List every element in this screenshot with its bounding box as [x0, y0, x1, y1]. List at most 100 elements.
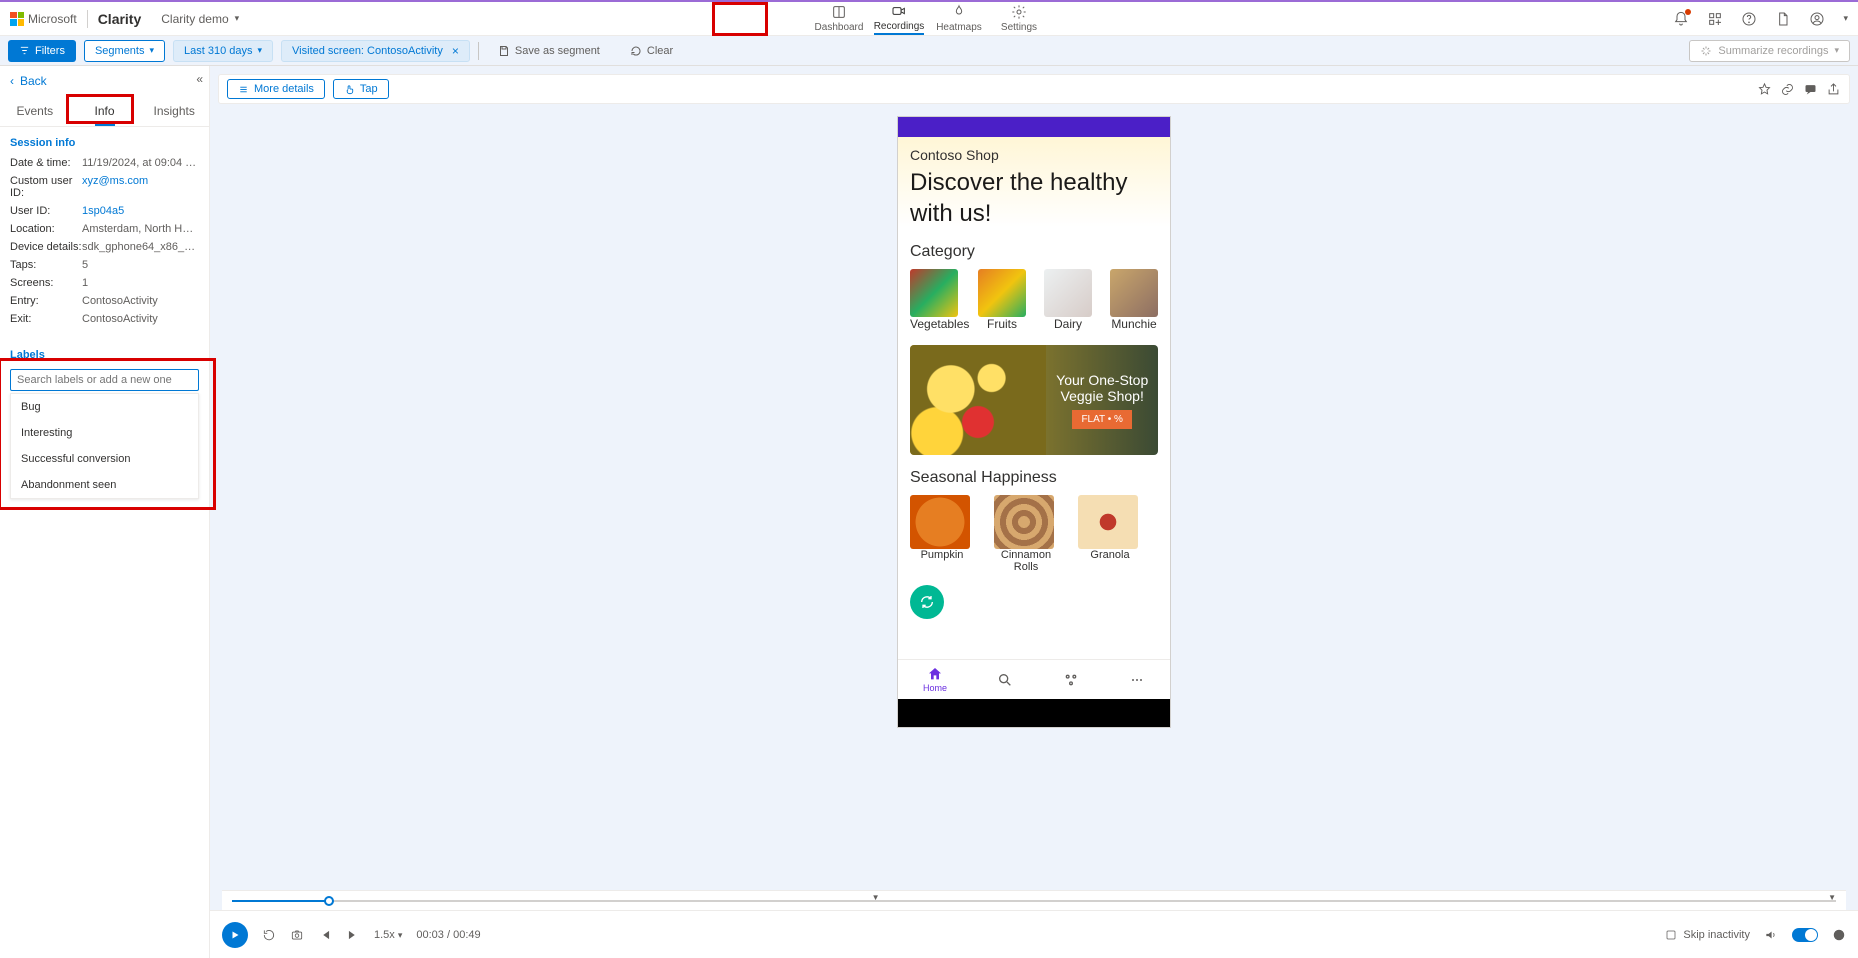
filter-icon: [19, 45, 30, 56]
refresh-fab[interactable]: [910, 585, 944, 619]
recording-canvas: Contoso Shop Discover the healthy with u…: [218, 112, 1850, 882]
link-icon[interactable]: [1780, 82, 1795, 97]
share-icon[interactable]: [1826, 82, 1841, 97]
phone-tab-more[interactable]: [1129, 672, 1145, 688]
info-icon[interactable]: [1832, 928, 1846, 942]
category-item[interactable]: Vegetables: [910, 269, 960, 331]
promo-banner[interactable]: Your One-Stop Veggie Shop! FLAT • %: [910, 345, 1158, 455]
phone-tab-search[interactable]: [997, 672, 1013, 688]
labels-search-input[interactable]: [10, 369, 199, 391]
info-key: Exit:: [10, 313, 82, 325]
chevron-down-icon[interactable]: ▾: [1843, 13, 1848, 24]
info-value-link[interactable]: 1sp04a5: [82, 205, 199, 217]
remove-filter-icon[interactable]: ×: [452, 44, 459, 58]
info-key: Custom user ID:: [10, 175, 82, 199]
playback-speed[interactable]: 1.5x ▾: [374, 929, 402, 941]
app-brand: Contoso Shop: [910, 147, 1158, 163]
label-option[interactable]: Successful conversion: [11, 446, 198, 472]
info-row: Screens:1: [10, 277, 199, 289]
info-row: Entry:ContosoActivity: [10, 295, 199, 307]
tab-label: Settings: [1001, 22, 1037, 33]
document-icon[interactable]: [1775, 11, 1791, 27]
sparkle-icon: [1700, 45, 1712, 57]
info-key: Screens:: [10, 277, 82, 289]
tab-dashboard[interactable]: Dashboard: [809, 2, 869, 35]
divider: [87, 10, 88, 28]
hero-title: Discover the healthy with us!: [910, 167, 1158, 229]
label-option[interactable]: Bug: [11, 394, 198, 420]
autoplay-toggle[interactable]: [1792, 928, 1818, 942]
timeline-scrubber[interactable]: ▼ ▼: [222, 890, 1846, 910]
play-button[interactable]: [222, 922, 248, 948]
seasonal-label: Pumpkin: [910, 549, 974, 561]
help-icon[interactable]: [1741, 11, 1757, 27]
summarize-recordings-button[interactable]: Summarize recordings ▾: [1689, 40, 1850, 62]
sidebar-tab-events[interactable]: Events: [0, 96, 70, 126]
tab-heatmaps[interactable]: Heatmaps: [929, 2, 989, 35]
info-key: Location:: [10, 223, 82, 235]
playback-controls: 1.5x ▾ 00:03 / 00:49 Skip inactivity: [210, 910, 1858, 958]
play-icon: [229, 929, 241, 941]
skip-forward-icon[interactable]: [346, 928, 360, 942]
filter-bar: Filters Segments ▾ Last 310 days ▾ Visit…: [0, 36, 1858, 66]
tab-recordings[interactable]: Recordings: [869, 2, 929, 35]
phone-body: Contoso Shop Discover the healthy with u…: [898, 137, 1170, 699]
seasonal-title: Seasonal Happiness: [910, 469, 1158, 487]
seasonal-row: Pumpkin Cinnamon Rolls Granola: [910, 495, 1158, 573]
category-item[interactable]: Dairy: [1044, 269, 1092, 331]
info-row: Custom user ID:xyz@ms.com: [10, 175, 199, 199]
user-avatar-icon[interactable]: [1809, 11, 1825, 27]
heatmaps-icon: [951, 4, 967, 20]
filters-button[interactable]: Filters: [8, 40, 76, 62]
seasonal-item[interactable]: Cinnamon Rolls: [994, 495, 1058, 573]
back-button[interactable]: ‹ Back: [0, 66, 209, 96]
save-as-segment-label: Save as segment: [515, 45, 600, 57]
seasonal-item[interactable]: Granola: [1078, 495, 1142, 573]
sidebar-tab-insights[interactable]: Insights: [139, 96, 209, 126]
summarize-label: Summarize recordings: [1718, 45, 1828, 57]
time-display: 00:03 / 00:49: [416, 929, 480, 941]
session-info-title: Session info: [10, 137, 199, 149]
skip-back-icon[interactable]: [318, 928, 332, 942]
scrub-knob[interactable]: [324, 896, 334, 906]
star-icon[interactable]: [1757, 82, 1772, 97]
dashboard-icon: [831, 4, 847, 20]
replay-icon[interactable]: [262, 928, 276, 942]
sync-icon: [919, 594, 935, 610]
promo-cta[interactable]: FLAT • %: [1072, 410, 1132, 429]
seasonal-image: [1078, 495, 1138, 549]
tab-label: Events: [16, 104, 53, 118]
apps-icon[interactable]: [1707, 11, 1723, 27]
info-key: Date & time:: [10, 157, 82, 169]
chevron-left-icon: ‹: [10, 74, 14, 88]
clear-button[interactable]: Clear: [619, 40, 684, 62]
category-item[interactable]: Fruits: [978, 269, 1026, 331]
tab-settings[interactable]: Settings: [989, 2, 1049, 35]
workspace-selector[interactable]: Clarity demo ▾: [161, 12, 239, 26]
sidebar-tab-info[interactable]: Info: [70, 96, 140, 126]
seasonal-item[interactable]: Pumpkin: [910, 495, 974, 573]
phone-tab-home[interactable]: Home: [923, 666, 947, 693]
screenshot-icon[interactable]: [290, 928, 304, 942]
segments-button[interactable]: Segments ▾: [84, 40, 165, 62]
skip-inactivity-toggle[interactable]: Skip inactivity: [1665, 929, 1750, 941]
label-option[interactable]: Abandonment seen: [11, 472, 198, 498]
notification-icon[interactable]: [1673, 11, 1689, 27]
label-option[interactable]: Interesting: [11, 420, 198, 446]
volume-icon[interactable]: [1764, 928, 1778, 942]
applied-filter-chip[interactable]: Visited screen: ContosoActivity ×: [281, 40, 470, 62]
product-name: Clarity: [98, 11, 142, 27]
more-details-button[interactable]: More details: [227, 79, 325, 99]
info-value-link[interactable]: xyz@ms.com: [82, 175, 199, 199]
seasonal-image: [910, 495, 970, 549]
phone-tab-categories[interactable]: [1063, 672, 1079, 688]
chevron-down-icon: ▾: [398, 930, 403, 940]
save-as-segment-button[interactable]: Save as segment: [487, 40, 611, 62]
date-range-chip[interactable]: Last 310 days ▾: [173, 40, 273, 62]
collapse-sidebar-icon[interactable]: «: [196, 72, 203, 86]
tap-button[interactable]: Tap: [333, 79, 389, 99]
category-item[interactable]: Munchie: [1110, 269, 1158, 331]
seasonal-label: Granola: [1078, 549, 1142, 561]
feedback-icon[interactable]: [1803, 82, 1818, 97]
microsoft-logo-icon: [10, 12, 24, 26]
